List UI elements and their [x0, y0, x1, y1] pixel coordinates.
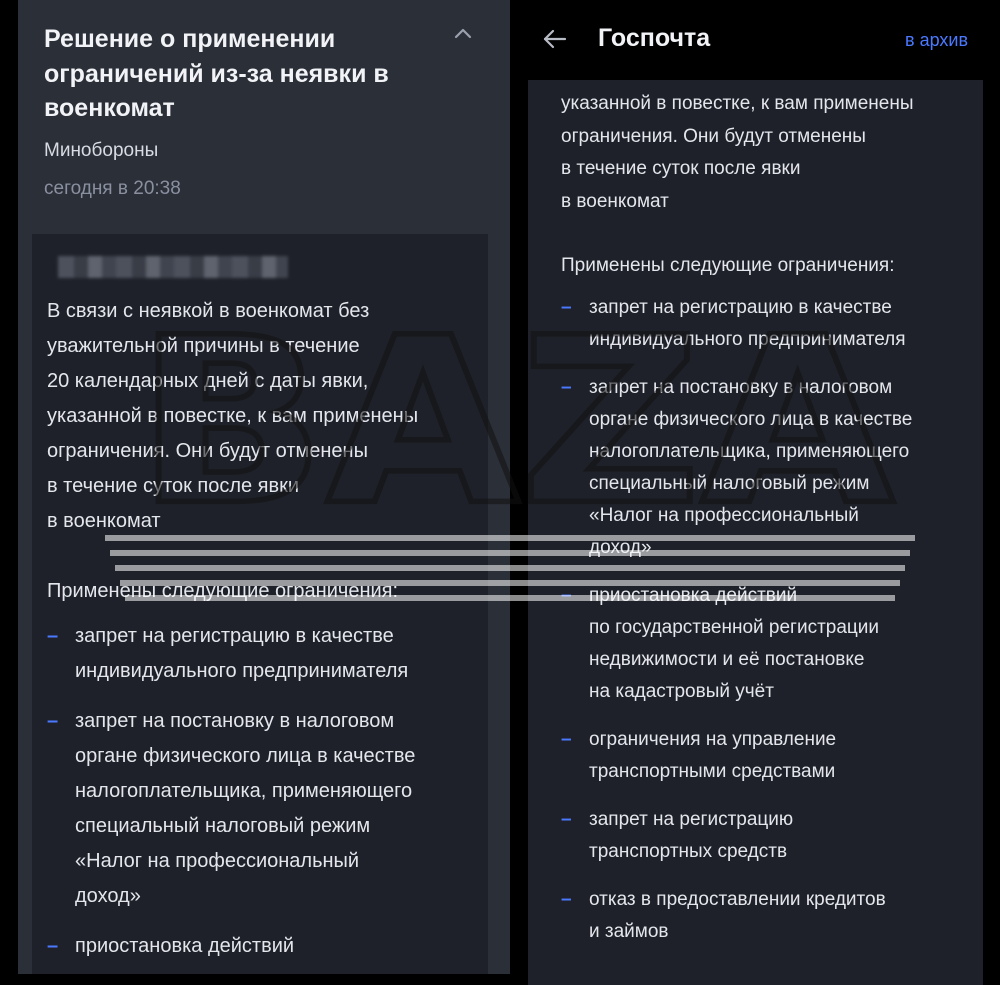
restrictions-header: Применены следующие ограничения: — [47, 580, 399, 602]
restrictions-header: Применены следующие ограничения: — [561, 255, 895, 276]
restrictions-list: – запрет на регистрацию в качестве индиви… — [47, 619, 487, 974]
message-intro-text: указанной в повестке, к вам применены ог… — [561, 93, 914, 212]
list-marker: – — [47, 710, 59, 732]
list-marker: – — [561, 729, 572, 750]
list-item: – запрет на постановку в налоговом органе… — [561, 372, 976, 564]
list-item: – приостановка действий — [47, 929, 487, 964]
list-marker: – — [47, 625, 59, 647]
message-title: Решение о применении ограничений из-за н… — [44, 25, 389, 122]
restrictions-list: – запрет на регистрацию в качестве индиви… — [561, 292, 976, 964]
list-item: – ограничения на управление транспортными… — [561, 724, 976, 788]
list-marker: – — [561, 585, 572, 606]
list-item: – запрет на регистрацию в качестве индиви… — [47, 619, 487, 689]
list-item: – запрет на регистрацию транспортных сред… — [561, 804, 976, 868]
app-header: Госпочта в архив — [528, 0, 983, 80]
list-marker: – — [561, 297, 572, 318]
message-sender: Минобороны — [44, 140, 159, 161]
list-item: – отказ в предоставлении кредитов и займо… — [561, 884, 976, 948]
arrow-left-icon[interactable] — [542, 26, 568, 52]
list-marker: – — [47, 935, 59, 957]
app-title: Госпочта — [598, 24, 711, 52]
list-item: – запрет на постановку в налоговом органе… — [47, 704, 487, 914]
list-item: – приостановка действий по государственно… — [561, 580, 976, 708]
list-marker: – — [561, 889, 572, 910]
message-panel-right: указанной в повестке, к вам применены ог… — [528, 0, 983, 985]
redacted-recipient-name — [58, 256, 288, 278]
message-intro-text: В связи с неявкой в военкомат без уважит… — [47, 300, 419, 532]
archive-button[interactable]: в архив — [905, 30, 968, 51]
message-panel-left: Решение о применении ограничений из-за н… — [18, 0, 510, 974]
message-body-card: В связи с неявкой в военкомат без уважит… — [32, 234, 488, 974]
message-date: сегодня в 20:38 — [44, 178, 181, 199]
list-marker: – — [561, 377, 572, 398]
message-body-card: указанной в повестке, к вам применены ог… — [528, 62, 983, 985]
chevron-up-icon[interactable] — [452, 24, 474, 42]
list-marker: – — [561, 809, 572, 830]
list-item: – запрет на регистрацию в качестве индиви… — [561, 292, 976, 356]
